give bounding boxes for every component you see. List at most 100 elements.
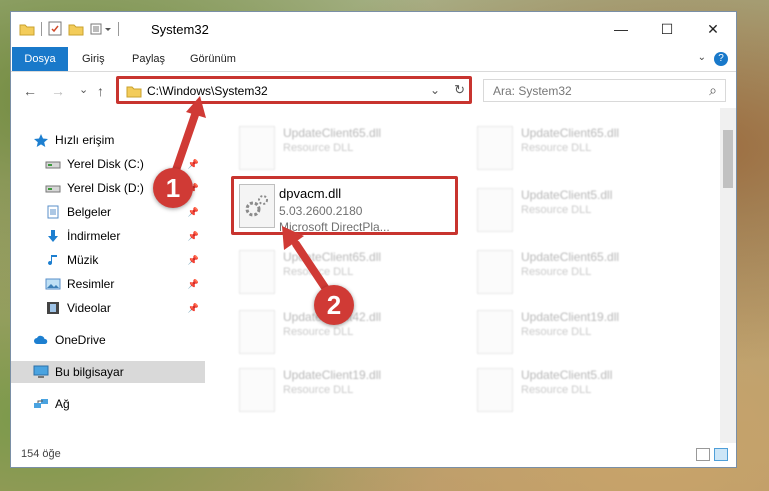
file-name: UpdateClient65.dll: [283, 126, 382, 140]
navigation-bar: ← → ⌄ ↑ C:\Windows\System32 ⌄ ↻ Ara: Sys…: [11, 74, 736, 108]
file-tile[interactable]: UpdateClient65.dll Resource DLL: [233, 120, 453, 176]
file-name: UpdateClient65.dll: [521, 250, 620, 264]
item-count: 154 öğe: [21, 448, 61, 460]
pin-icon[interactable]: 📌: [188, 279, 199, 290]
file-list: UpdateClient5.dll Resource DLL UpdateClien…: [216, 108, 721, 443]
dll-file-icon: [239, 126, 275, 170]
file-tile[interactable]: UpdateClient5.dll Resource DLL: [471, 362, 691, 418]
tab-share[interactable]: Paylaş: [132, 47, 165, 71]
dll-file-icon: [477, 188, 513, 232]
sidebar-item-9[interactable]: OneDrive: [11, 329, 205, 351]
address-highlight-box: [116, 76, 472, 104]
close-button[interactable]: ✕: [690, 12, 736, 46]
file-tile[interactable]: UpdateClient19.dll Resource DLL: [471, 304, 691, 360]
ribbon-tabs: Dosya Giriş Paylaş Görünüm ⌄ ?: [11, 47, 736, 72]
pin-icon[interactable]: 📌: [188, 303, 199, 314]
search-icon[interactable]: ⌕: [709, 82, 717, 99]
new-folder-icon[interactable]: [68, 22, 84, 36]
callout-badge-2: 2: [314, 285, 354, 325]
sidebar-item-label: Belgeler: [67, 205, 112, 219]
window-title: System32: [151, 22, 209, 37]
dll-file-icon: [477, 310, 513, 354]
pin-icon[interactable]: 📌: [188, 231, 199, 242]
help-icon[interactable]: ?: [714, 52, 728, 66]
toolbar-separator: [41, 21, 42, 36]
pictures-icon: [45, 277, 61, 291]
ribbon-expand-icon[interactable]: ⌄: [698, 52, 706, 63]
quick-access-toolbar: [19, 21, 119, 36]
back-button[interactable]: ←: [23, 83, 37, 99]
file-description: Resource DLL: [521, 204, 592, 216]
sidebar-item-1[interactable]: Hızlı erişim: [11, 129, 205, 151]
drive-icon: [45, 181, 61, 195]
file-name: UpdateClient19.dll: [521, 310, 620, 324]
recent-locations-button[interactable]: ⌄: [79, 83, 88, 96]
minimize-button[interactable]: —: [598, 12, 644, 46]
file-tile[interactable]: UpdateClient65.dll Resource DLL: [471, 120, 691, 176]
tab-file[interactable]: Dosya: [12, 47, 68, 71]
sidebar-item-7[interactable]: Resimler 📌: [11, 273, 205, 295]
toolbar-separator: [118, 21, 119, 36]
file-description: Resource DLL: [521, 326, 592, 338]
title-bar: System32 — ☐ ✕: [11, 12, 736, 46]
details-view-icon[interactable]: [696, 448, 710, 461]
up-button[interactable]: ↑: [97, 83, 104, 99]
file-explorer-window: System32 — ☐ ✕ Dosya Giriş Paylaş Görünü…: [10, 11, 737, 468]
forward-button[interactable]: →: [51, 83, 65, 99]
computer-icon: [33, 365, 49, 379]
sidebar-item-11[interactable]: Ağ: [11, 393, 205, 415]
file-description: Resource DLL: [521, 142, 592, 154]
status-bar: 154 öğe: [11, 443, 736, 467]
customize-toolbar-icon[interactable]: [90, 22, 112, 36]
file-tile[interactable]: UpdateClient5.dll Resource DLL: [471, 182, 691, 238]
file-tile[interactable]: UpdateClient19.dll Resource DLL: [233, 362, 453, 418]
properties-icon[interactable]: [48, 21, 62, 36]
callout-badge-1: 1: [153, 168, 193, 208]
file-description: Resource DLL: [283, 142, 354, 154]
file-description: Resource DLL: [283, 326, 354, 338]
file-name: UpdateClient5.dll: [521, 368, 613, 382]
drive-icon: [45, 157, 61, 171]
sidebar-item-6[interactable]: Müzik 📌: [11, 249, 205, 271]
dll-file-icon: [477, 126, 513, 170]
file-highlight-box: [231, 176, 458, 235]
file-name: UpdateClient19.dll: [283, 368, 382, 382]
folder-icon[interactable]: [19, 22, 35, 36]
file-description: Resource DLL: [283, 266, 354, 278]
file-name: UpdateClient65.dll: [283, 250, 382, 264]
pin-icon[interactable]: 📌: [188, 255, 199, 266]
navigation-pane: Hızlı erişim Yerel Disk (C:) 📌 Yerel Disk (…: [11, 108, 205, 443]
tiles-view-icon[interactable]: [714, 448, 728, 461]
search-input[interactable]: Ara: System32 ⌕: [483, 79, 726, 102]
sidebar-item-label: Ağ: [55, 397, 70, 411]
sidebar-item-label: Müzik: [67, 253, 99, 267]
tab-home[interactable]: Giriş: [82, 47, 105, 71]
sidebar-item-label: Hızlı erişim: [55, 133, 115, 147]
tab-view[interactable]: Görünüm: [190, 47, 236, 71]
documents-icon: [45, 205, 61, 219]
view-toggle: [696, 448, 728, 461]
sidebar-item-label: Yerel Disk (D:): [67, 181, 144, 195]
sidebar-item-10[interactable]: Bu bilgisayar: [11, 361, 205, 383]
sidebar-item-5[interactable]: İndirmeler 📌: [11, 225, 205, 247]
file-name: UpdateClient65.dll: [521, 126, 620, 140]
file-name: UpdateClient5.dll: [521, 188, 613, 202]
star-icon: [33, 133, 49, 147]
sidebar-item-8[interactable]: Videolar 📌: [11, 297, 205, 319]
scrollbar-thumb[interactable]: [723, 130, 733, 188]
maximize-button[interactable]: ☐: [644, 12, 690, 46]
file-tile[interactable]: UpdateClient65.dll Resource DLL: [471, 244, 691, 300]
file-description: Resource DLL: [521, 266, 592, 278]
pin-icon[interactable]: 📌: [188, 159, 199, 170]
vertical-scrollbar[interactable]: [720, 108, 736, 443]
sidebar-item-label: İndirmeler: [67, 229, 121, 243]
sidebar-item-label: Yerel Disk (C:): [67, 157, 144, 171]
dll-file-icon: [239, 250, 275, 294]
sidebar-item-label: Resimler: [67, 277, 115, 291]
search-placeholder: Ara: System32: [493, 84, 572, 98]
dll-file-icon: [239, 310, 275, 354]
dll-file-icon: [477, 250, 513, 294]
music-icon: [45, 253, 61, 267]
pin-icon[interactable]: 📌: [188, 207, 199, 218]
download-icon: [45, 229, 61, 243]
